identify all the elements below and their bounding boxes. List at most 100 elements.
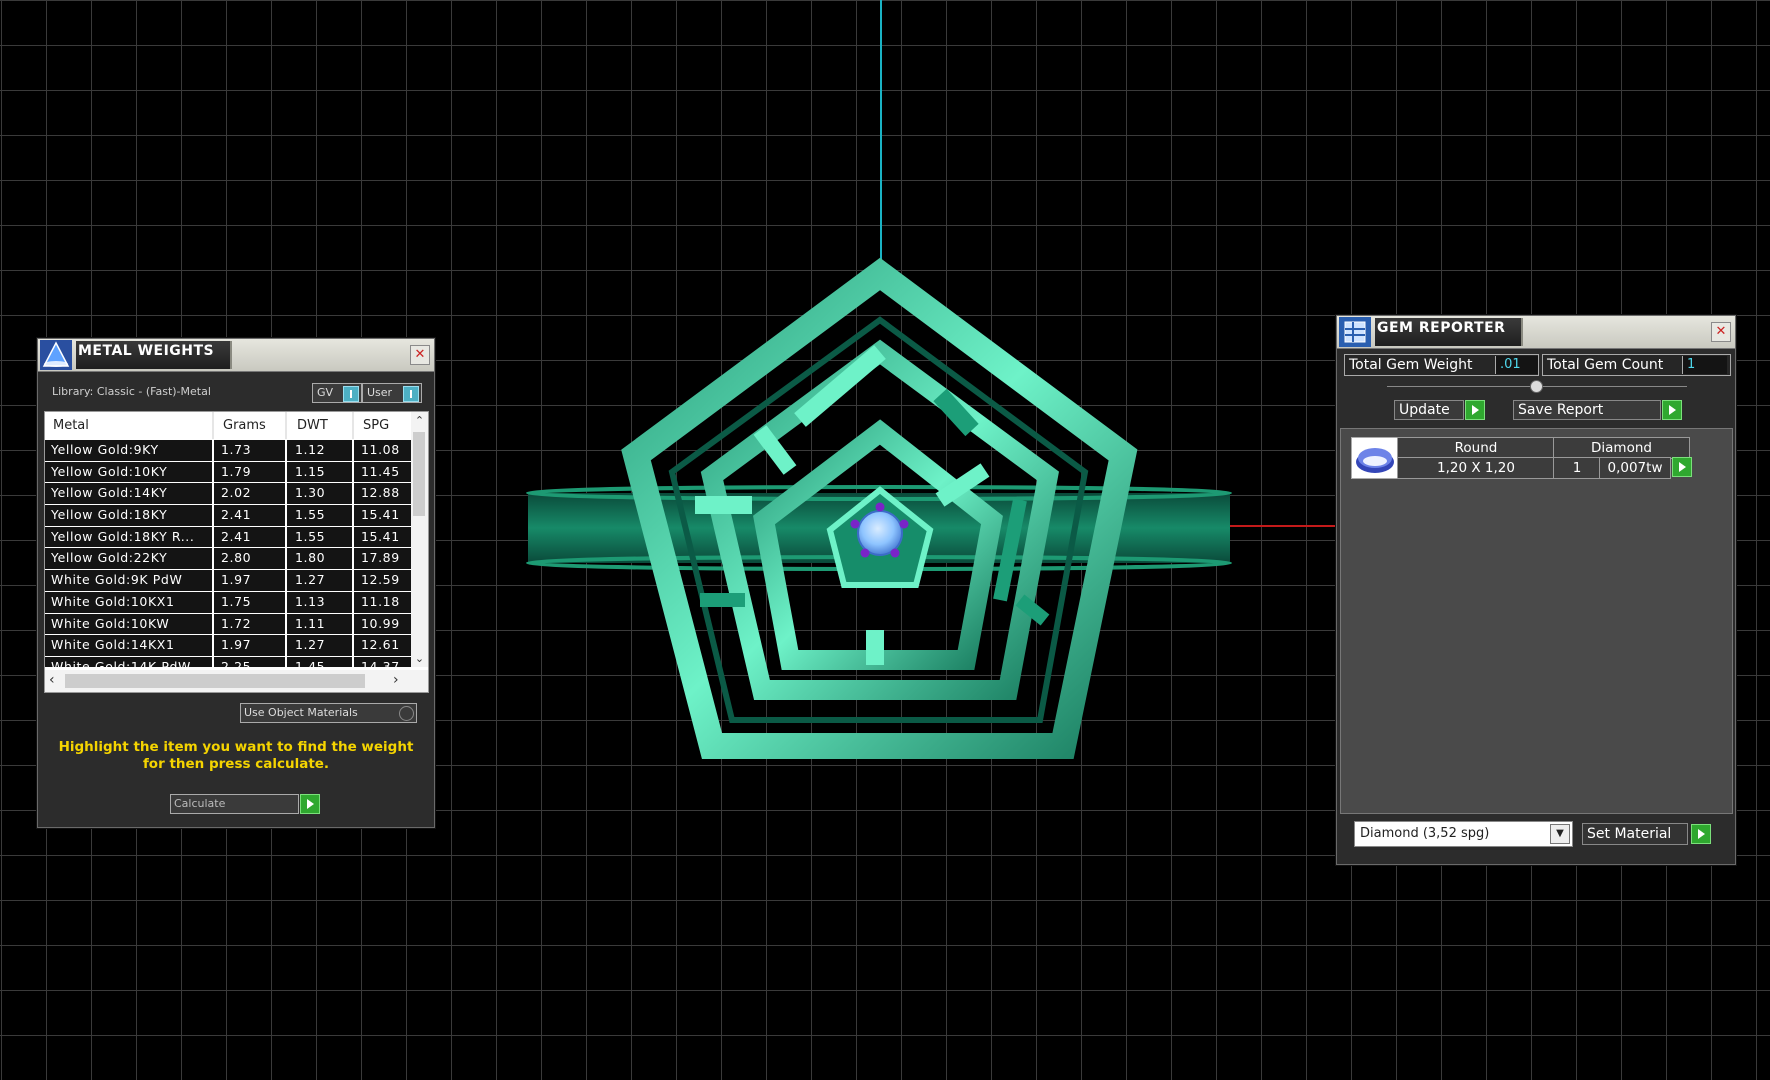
material-source-value: Use Object Materials xyxy=(244,706,358,719)
calculate-play-icon[interactable] xyxy=(300,794,320,814)
cell-spg: 11.45 xyxy=(361,463,400,479)
cell-grams: 2.80 xyxy=(221,550,252,566)
column-separator xyxy=(285,505,287,526)
material-source-select[interactable]: Use Object Materials xyxy=(240,703,417,723)
total-gem-count-field: Total Gem Count 1 xyxy=(1542,354,1731,376)
splitter-handle[interactable] xyxy=(1530,380,1543,393)
column-separator xyxy=(352,526,354,548)
column-separator xyxy=(285,570,287,591)
options-icon xyxy=(399,706,414,721)
metal-table[interactable]: Metal Grams DWT SPG Yellow Gold:9KY 1.73 1… xyxy=(44,411,429,693)
metal-table-body: Yellow Gold:9KY 1.73 1.12 11.08 Yellow Gold:… xyxy=(45,440,411,667)
gem-weight-cell: 0,007tw xyxy=(1599,457,1671,479)
table-row[interactable]: Yellow Gold:10KY 1.79 1.15 11.45 xyxy=(45,461,411,484)
table-row[interactable]: White Gold:14K PdW 2.25 1.45 14.37 xyxy=(45,656,411,667)
table-row[interactable]: White Gold:9K PdW 1.97 1.27 12.59 xyxy=(45,570,411,592)
cell-spg: 11.08 xyxy=(361,442,400,457)
cell-dwt: 1.12 xyxy=(295,442,326,457)
cell-dwt: 1.80 xyxy=(295,550,326,566)
update-button[interactable]: Update xyxy=(1394,400,1485,420)
set-material-play-icon[interactable] xyxy=(1691,824,1711,844)
toggle-indicator-icon xyxy=(403,386,419,402)
save-report-button[interactable]: Save Report xyxy=(1513,400,1682,420)
cell-grams: 2.02 xyxy=(221,485,252,501)
close-icon[interactable]: ✕ xyxy=(1711,322,1731,342)
scroll-right-icon[interactable]: › xyxy=(393,672,399,688)
column-separator xyxy=(352,656,354,667)
cell-spg: 10.99 xyxy=(361,615,400,631)
table-row[interactable]: Yellow Gold:9KY 1.73 1.12 11.08 xyxy=(45,440,411,462)
table-row[interactable]: White Gold:10KW 1.72 1.11 10.99 xyxy=(45,613,411,636)
scroll-down-icon[interactable]: ⌄ xyxy=(411,652,428,665)
instruction-text: Highlight the item you want to find the … xyxy=(58,739,414,772)
column-separator xyxy=(352,613,354,635)
cell-metal: White Gold:9K PdW xyxy=(51,572,183,588)
column-separator xyxy=(212,483,214,505)
column-header-metal[interactable]: Metal xyxy=(53,412,89,439)
gem-material-value: Diamond (3,52 spg) xyxy=(1360,826,1490,841)
cell-dwt: 1.11 xyxy=(295,615,326,631)
scroll-left-icon[interactable]: ‹ xyxy=(49,672,55,688)
gv-toggle[interactable]: GV xyxy=(312,383,362,403)
column-separator xyxy=(285,526,287,548)
scroll-up-icon[interactable]: ⌃ xyxy=(411,414,428,427)
gem-reporter-titlebar[interactable]: GEM REPORTER ✕ xyxy=(1337,316,1735,349)
column-separator xyxy=(212,526,214,548)
column-separator xyxy=(212,591,214,613)
column-header-dwt[interactable]: DWT xyxy=(297,412,328,439)
cell-metal: Yellow Gold:14KY xyxy=(51,485,168,501)
cell-dwt: 1.15 xyxy=(295,463,326,479)
set-material-button[interactable]: Set Material xyxy=(1582,823,1711,845)
gem-material-cell: Diamond xyxy=(1553,437,1690,459)
gem-size-cell: 1,20 X 1,20 xyxy=(1397,457,1555,479)
column-separator xyxy=(352,483,354,505)
chevron-down-icon[interactable]: ▼ xyxy=(1550,824,1570,844)
cell-metal: White Gold:10KW xyxy=(51,615,170,631)
save-report-play-icon[interactable] xyxy=(1662,400,1682,420)
cell-grams: 1.97 xyxy=(221,637,252,653)
table-row[interactable]: White Gold:10KX1 1.75 1.13 11.18 xyxy=(45,591,411,614)
column-header-spg[interactable]: SPG xyxy=(363,412,389,439)
column-separator xyxy=(212,570,214,591)
table-row[interactable]: Yellow Gold:18KY 2.41 1.55 15.41 xyxy=(45,505,411,527)
gem-material-dropdown[interactable]: Diamond (3,52 spg) ▼ xyxy=(1354,821,1573,847)
metal-weights-titlebar[interactable]: METAL WEIGHTS ✕ xyxy=(38,339,434,372)
column-separator xyxy=(352,635,354,656)
scroll-thumb[interactable] xyxy=(413,432,425,516)
column-separator xyxy=(285,591,287,613)
metal-weights-logo-icon xyxy=(40,340,72,370)
table-row[interactable]: Yellow Gold:14KY 2.02 1.30 12.88 xyxy=(45,483,411,506)
scroll-thumb-horizontal[interactable] xyxy=(65,674,365,688)
update-play-icon[interactable] xyxy=(1465,400,1485,420)
column-header-grams[interactable]: Grams xyxy=(223,412,266,439)
total-gem-count-label: Total Gem Count xyxy=(1547,357,1664,373)
column-separator xyxy=(352,570,354,591)
gem-thumbnail[interactable] xyxy=(1351,437,1399,479)
column-separator xyxy=(285,461,287,483)
horizontal-scrollbar[interactable]: ‹ › xyxy=(45,670,428,692)
user-toggle[interactable]: User xyxy=(362,383,422,403)
toggle-indicator-icon xyxy=(343,386,359,402)
column-separator xyxy=(212,656,214,667)
cell-metal: White Gold:10KX1 xyxy=(51,593,175,609)
table-row[interactable]: White Gold:14KX1 1.97 1.27 12.61 xyxy=(45,635,411,657)
table-row[interactable]: Yellow Gold:22KY 2.80 1.80 17.89 xyxy=(45,548,411,571)
vertical-scrollbar[interactable]: ⌃ ⌄ xyxy=(411,412,428,667)
metal-table-header: Metal Grams DWT SPG xyxy=(45,412,428,439)
gem-list[interactable]: Round Diamond 1,20 X 1,20 1 0,007tw xyxy=(1340,428,1733,814)
cell-dwt: 1.45 xyxy=(295,658,326,667)
close-icon[interactable]: ✕ xyxy=(410,345,430,365)
gem-row-play-icon[interactable] xyxy=(1672,457,1692,477)
cell-dwt: 1.55 xyxy=(295,528,326,544)
column-separator xyxy=(352,591,354,613)
column-separator xyxy=(285,548,287,570)
save-report-label: Save Report xyxy=(1518,402,1604,418)
calculate-field[interactable]: Calculate xyxy=(170,794,320,814)
set-material-label: Set Material xyxy=(1587,826,1672,842)
table-row[interactable]: Yellow Gold:18KY R... 2.41 1.55 15.41 xyxy=(45,526,411,549)
metal-weights-title: METAL WEIGHTS xyxy=(76,341,233,369)
column-separator xyxy=(352,461,354,483)
user-toggle-label: User xyxy=(367,386,393,399)
gem-reporter-title: GEM REPORTER xyxy=(1375,318,1524,346)
cell-grams: 1.75 xyxy=(221,593,252,609)
